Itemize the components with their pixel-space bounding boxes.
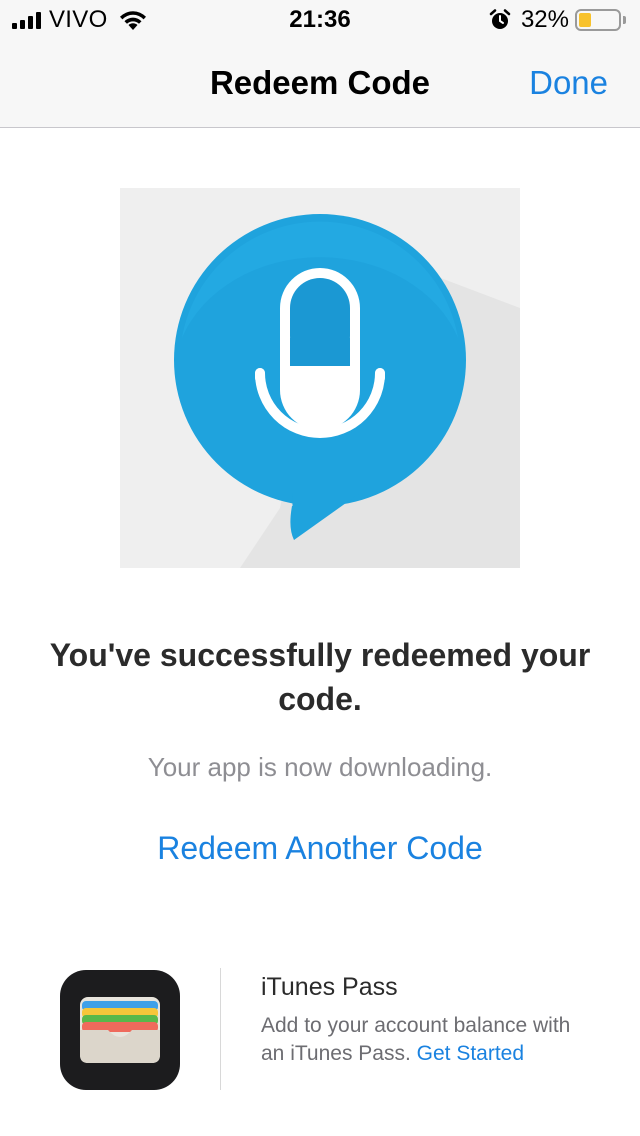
status-right: 32% — [489, 6, 626, 34]
wallet-icon — [60, 970, 180, 1090]
microphone-speech-bubble-icon — [120, 188, 520, 568]
done-button[interactable]: Done — [529, 64, 608, 102]
app-artwork — [120, 188, 520, 568]
battery-cap — [623, 16, 626, 24]
battery-icon — [575, 9, 621, 31]
get-started-link[interactable]: Get Started — [417, 1042, 524, 1065]
wallet-glyph — [80, 997, 160, 1063]
screen: VIVO 21:36 32% Redeem Code Done You've s… — [0, 0, 640, 1136]
promo-description: Add to your account balance with an iTun… — [261, 1012, 591, 1068]
download-status-text: Your app is now downloading. — [147, 752, 493, 782]
alarm-icon — [489, 9, 511, 29]
promo-title: iTunes Pass — [261, 973, 398, 1001]
battery-percent: 32% — [520, 6, 569, 33]
divider — [220, 968, 221, 1090]
redeem-another-code-link[interactable]: Redeem Another Code — [40, 830, 600, 867]
navigation-bar: Redeem Code Done — [0, 40, 640, 128]
status-bar: VIVO 21:36 32% — [0, 0, 640, 40]
success-message: You've successfully redeemed your code. — [49, 637, 591, 717]
battery-fill — [579, 13, 592, 27]
